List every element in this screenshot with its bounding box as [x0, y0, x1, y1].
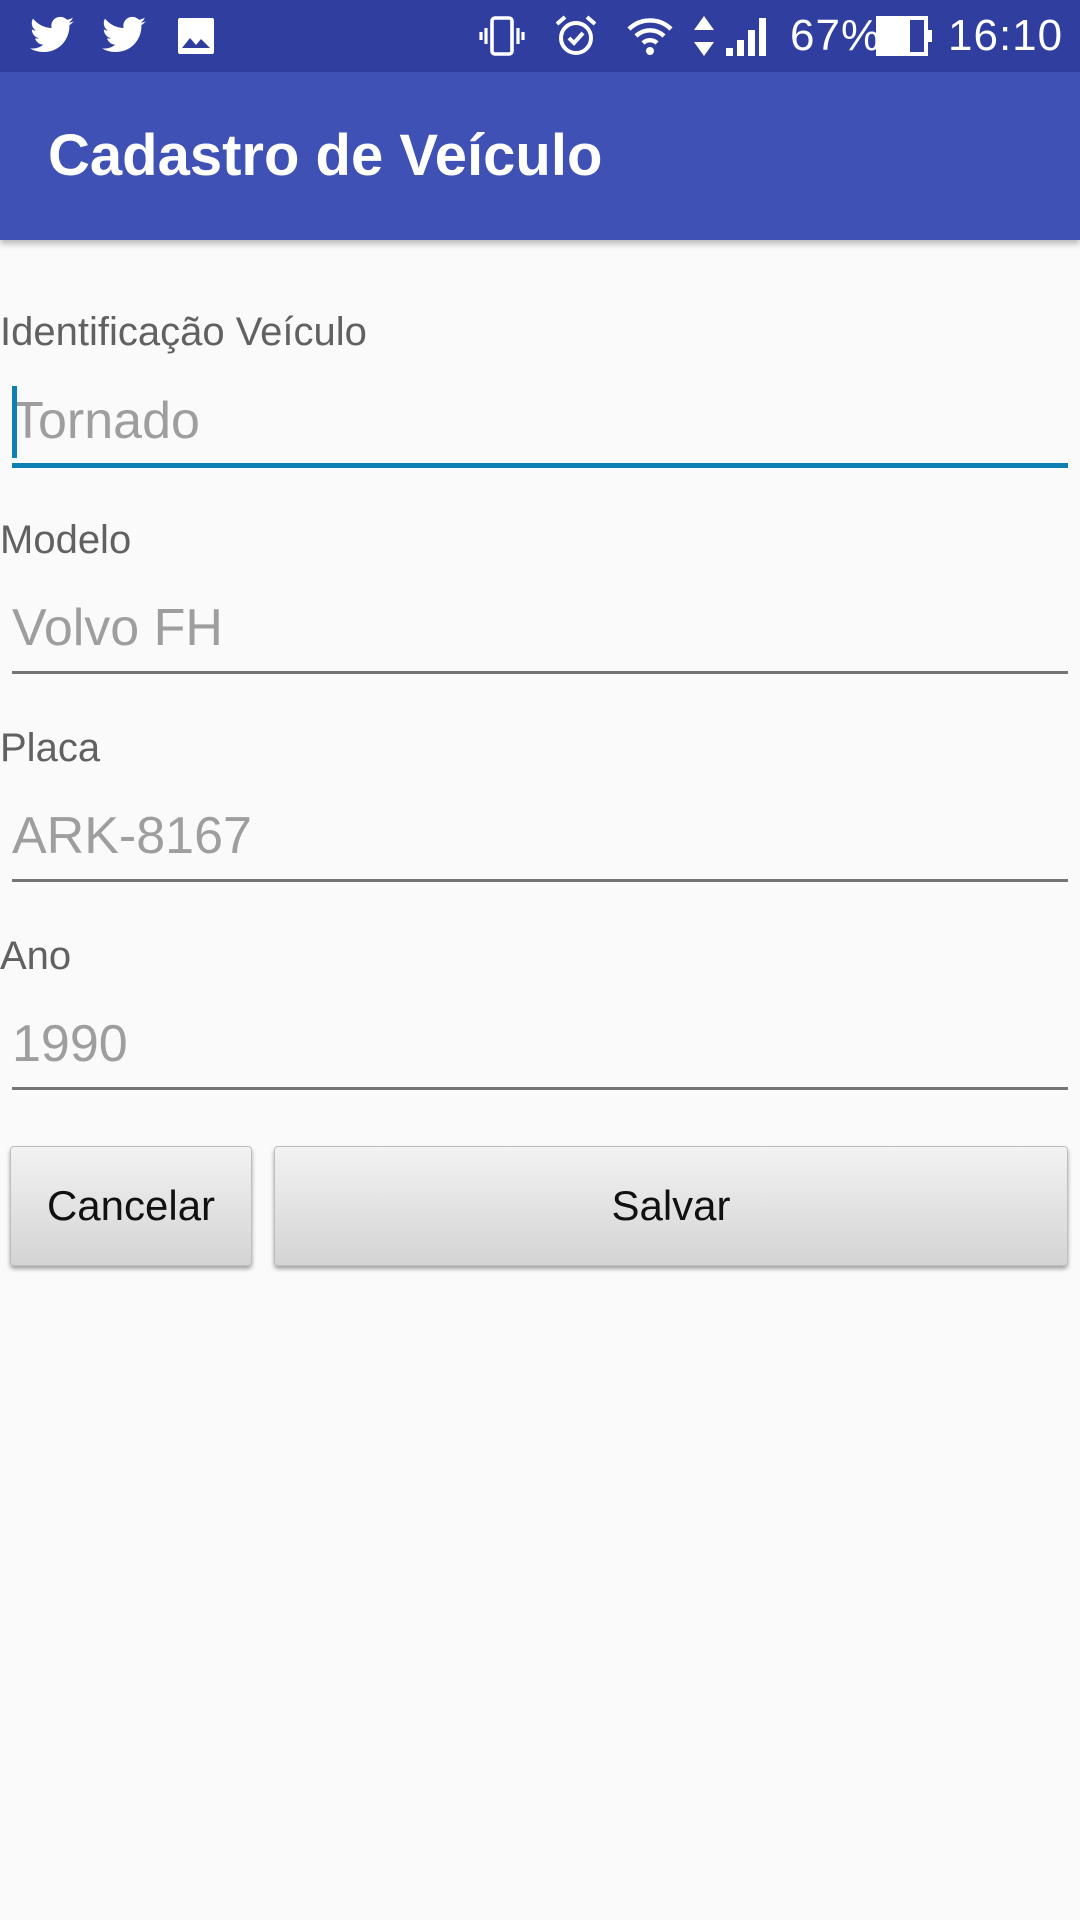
save-button[interactable]: Salvar [274, 1146, 1068, 1266]
plate-input[interactable] [12, 792, 1068, 882]
year-label: Ano [0, 934, 72, 978]
identification-label: Identificação Veículo [0, 310, 367, 354]
battery-percent: 67% [790, 11, 882, 60]
twitter-icon [30, 16, 74, 53]
page-title: Cadastro de Veículo [48, 123, 603, 188]
cancel-button[interactable]: Cancelar [10, 1146, 252, 1266]
vibrate-icon [479, 16, 525, 56]
vehicle-form: Identificação Veículo Modelo Placa Ano C… [0, 240, 1080, 1920]
model-label: Modelo [0, 518, 132, 562]
clock-time: 16:10 [948, 11, 1064, 60]
signal-icon [726, 18, 766, 56]
twitter-icon [102, 16, 146, 53]
data-arrows-icon [694, 16, 714, 56]
alarm-icon [555, 15, 597, 55]
battery-icon [876, 16, 932, 56]
status-bar: 67% 16:10 [0, 0, 1080, 72]
wifi-icon [627, 18, 673, 55]
year-input[interactable] [12, 1000, 1068, 1090]
plate-label: Placa [0, 726, 101, 770]
model-input[interactable] [12, 584, 1068, 674]
identification-input[interactable] [12, 378, 1068, 468]
image-icon [178, 18, 214, 54]
text-cursor [12, 386, 17, 458]
app-bar: Cadastro de Veículo [0, 72, 1080, 240]
